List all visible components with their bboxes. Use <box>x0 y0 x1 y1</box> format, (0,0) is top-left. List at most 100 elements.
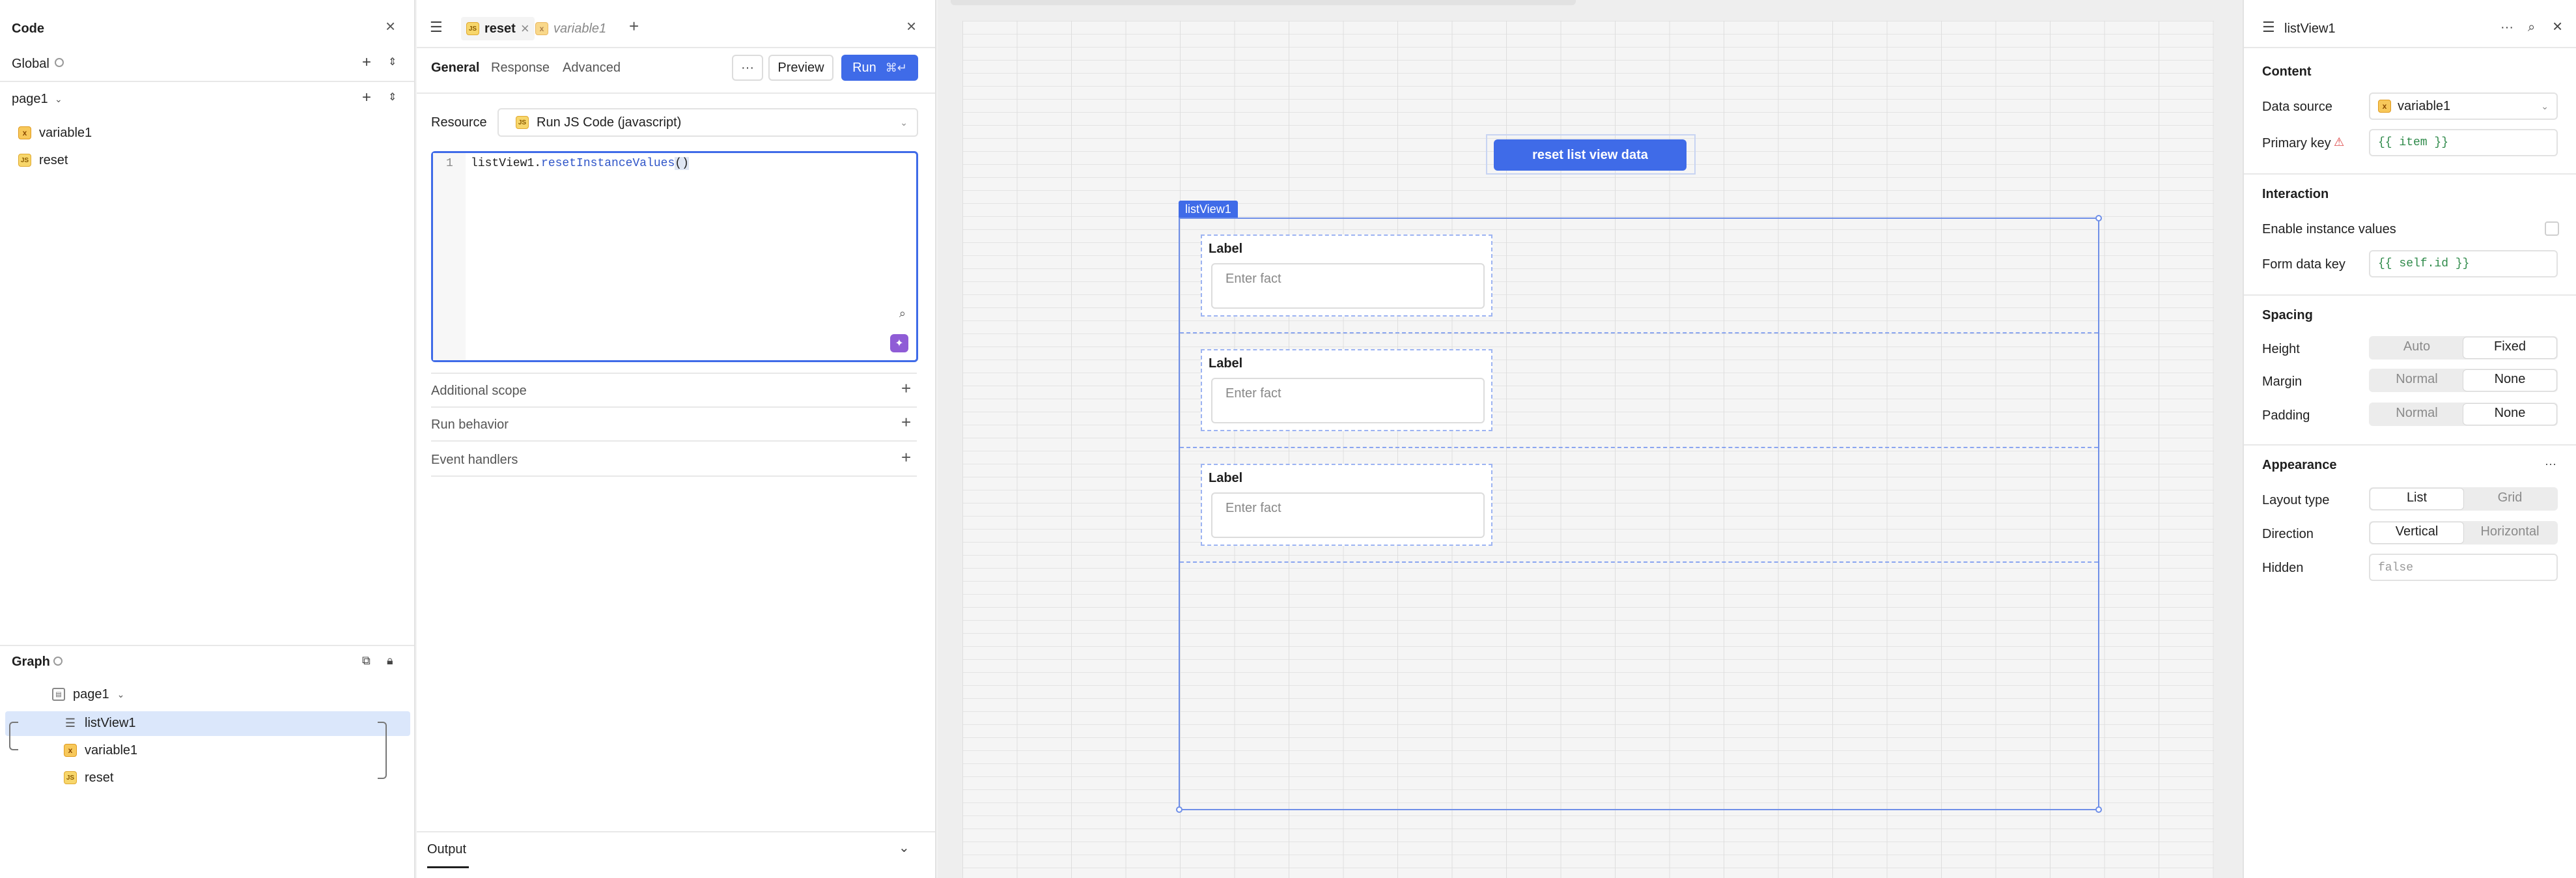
padding-option-none[interactable]: None <box>2463 404 2556 425</box>
layout-option-grid[interactable]: Grid <box>2463 489 2556 509</box>
warning-icon: ⚠ <box>2334 135 2345 149</box>
listview-tag[interactable]: listView1 <box>1179 201 1238 218</box>
tab-general[interactable]: General <box>431 60 479 76</box>
chevron-down-icon[interactable]: ⌄ <box>55 91 63 107</box>
expand-icon[interactable]: ⇕ <box>388 55 397 70</box>
hidden-input[interactable]: false <box>2369 554 2558 581</box>
more-options-icon[interactable]: ··· <box>732 55 763 81</box>
info-icon <box>55 58 64 67</box>
code-item[interactable]: JS reset <box>18 152 68 168</box>
primary-key-value: {{ item }} <box>2378 136 2449 149</box>
menu-icon[interactable]: ☰ <box>430 20 443 35</box>
data-source-value: variable1 <box>2398 99 2451 113</box>
run-button[interactable]: Run ⌘↵ <box>841 55 918 81</box>
fact-input[interactable]: Enter fact <box>1211 378 1485 423</box>
add-icon[interactable]: + <box>901 449 911 466</box>
close-icon[interactable]: × <box>385 18 395 35</box>
divider <box>2244 173 2576 175</box>
primary-key-input[interactable]: {{ item }} <box>2369 129 2558 156</box>
graph-node[interactable]: ▤ page1 ⌄ <box>52 687 124 702</box>
margin-option-normal[interactable]: Normal <box>2370 370 2463 391</box>
output-tab[interactable]: Output <box>427 842 466 857</box>
variable-icon: x <box>64 744 77 757</box>
graph-node[interactable]: ☰ listView1 <box>64 715 136 731</box>
code-item[interactable]: x variable1 <box>18 125 92 141</box>
search-icon[interactable]: ⌕ <box>899 305 906 321</box>
search-icon[interactable]: ⌕ <box>2528 20 2535 35</box>
run-label: Run <box>852 61 876 75</box>
direction-option-horizontal[interactable]: Horizontal <box>2463 522 2556 543</box>
preview-label: Preview <box>777 61 824 75</box>
tab-reset[interactable]: JS reset × <box>461 17 535 40</box>
listview-frame[interactable]: Label Enter fact Label Enter fact Label … <box>1176 215 2102 813</box>
global-section-label[interactable]: Global <box>12 56 49 72</box>
add-icon[interactable]: + <box>362 55 371 70</box>
fact-input-placeholder: Enter fact <box>1225 501 1281 515</box>
more-options-icon[interactable]: ··· <box>2500 20 2513 35</box>
section-run-behavior[interactable]: Run behavior <box>431 417 509 432</box>
direction-toggle[interactable]: Vertical Horizontal <box>2369 521 2558 545</box>
form-container[interactable]: Label Enter fact <box>1201 234 1492 317</box>
chevron-down-icon[interactable]: ⌄ <box>117 687 125 702</box>
page-section-label[interactable]: page1 <box>12 91 48 107</box>
divider <box>0 81 414 82</box>
resize-handle[interactable] <box>1176 806 1183 813</box>
line-gutter <box>433 153 466 360</box>
tab-response[interactable]: Response <box>491 60 550 76</box>
resize-handle[interactable] <box>2095 806 2102 813</box>
height-label: Height <box>2262 342 2300 356</box>
form-data-key-input[interactable]: {{ self.id }} <box>2369 250 2558 277</box>
resize-handle[interactable] <box>2095 215 2102 221</box>
height-option-fixed[interactable]: Fixed <box>2463 337 2556 358</box>
graph-node[interactable]: JS reset <box>64 770 113 786</box>
add-icon[interactable]: + <box>901 414 911 431</box>
chevron-down-icon[interactable]: ⌄ <box>899 840 910 856</box>
height-option-auto[interactable]: Auto <box>2370 337 2463 358</box>
margin-option-none[interactable]: None <box>2463 370 2556 391</box>
layout-type-toggle[interactable]: List Grid <box>2369 487 2558 511</box>
close-icon[interactable]: × <box>906 18 916 35</box>
margin-label: Margin <box>2262 375 2303 389</box>
section-event-handlers[interactable]: Event handlers <box>431 452 518 468</box>
graph-node[interactable]: x variable1 <box>64 743 137 758</box>
data-source-select[interactable]: x variable1 ⌄ <box>2369 92 2558 120</box>
copy-icon[interactable]: ⧉ <box>362 653 371 668</box>
direction-option-vertical[interactable]: Vertical <box>2370 522 2463 543</box>
tab-variable1[interactable]: x variable1 <box>535 17 606 40</box>
padding-toggle[interactable]: Normal None <box>2369 403 2558 426</box>
enable-instance-checkbox[interactable] <box>2545 221 2559 236</box>
add-icon[interactable]: + <box>901 380 911 397</box>
new-tab-icon[interactable]: + <box>629 18 639 35</box>
variable-icon: x <box>2378 100 2391 113</box>
code-token-parens: () <box>675 157 689 170</box>
reset-list-view-button[interactable]: reset list view data <box>1494 139 1687 171</box>
dependency-arrow <box>378 722 387 779</box>
code-editor[interactable]: 1 listView1.resetInstanceValues() ⌕ ✦ <box>431 151 918 362</box>
close-icon[interactable]: × <box>521 21 529 36</box>
fact-input[interactable]: Enter fact <box>1211 492 1485 538</box>
enable-instance-label: Enable instance values <box>2262 222 2396 236</box>
divider <box>417 92 935 94</box>
expand-icon[interactable]: ⇕ <box>388 90 397 106</box>
height-toggle[interactable]: Auto Fixed <box>2369 336 2558 360</box>
more-options-icon[interactable]: ··· <box>2545 456 2556 472</box>
form-container[interactable]: Label Enter fact <box>1201 464 1492 546</box>
ai-assist-icon[interactable]: ✦ <box>890 334 908 352</box>
close-icon[interactable]: × <box>2553 18 2562 35</box>
padding-option-normal[interactable]: Normal <box>2370 404 2463 425</box>
code-token-object: listView1 <box>471 157 535 170</box>
layout-option-list[interactable]: List <box>2370 489 2463 509</box>
field-label: Label <box>1209 242 1243 256</box>
inspector-title[interactable]: listView1 <box>2284 21 2336 36</box>
preview-button[interactable]: Preview <box>768 55 833 81</box>
section-additional-scope[interactable]: Additional scope <box>431 383 527 399</box>
tab-advanced[interactable]: Advanced <box>563 60 621 76</box>
resource-select[interactable]: JS Run JS Code (javascript) ⌄ <box>497 108 918 137</box>
margin-toggle[interactable]: Normal None <box>2369 369 2558 392</box>
lock-icon[interactable]: 🔒︎ <box>387 653 393 668</box>
content-heading: Content <box>2262 64 2312 79</box>
fact-input[interactable]: Enter fact <box>1211 263 1485 309</box>
form-container[interactable]: Label Enter fact <box>1201 349 1492 431</box>
menu-icon[interactable]: ☰ <box>2262 20 2275 35</box>
add-icon[interactable]: + <box>362 90 371 106</box>
